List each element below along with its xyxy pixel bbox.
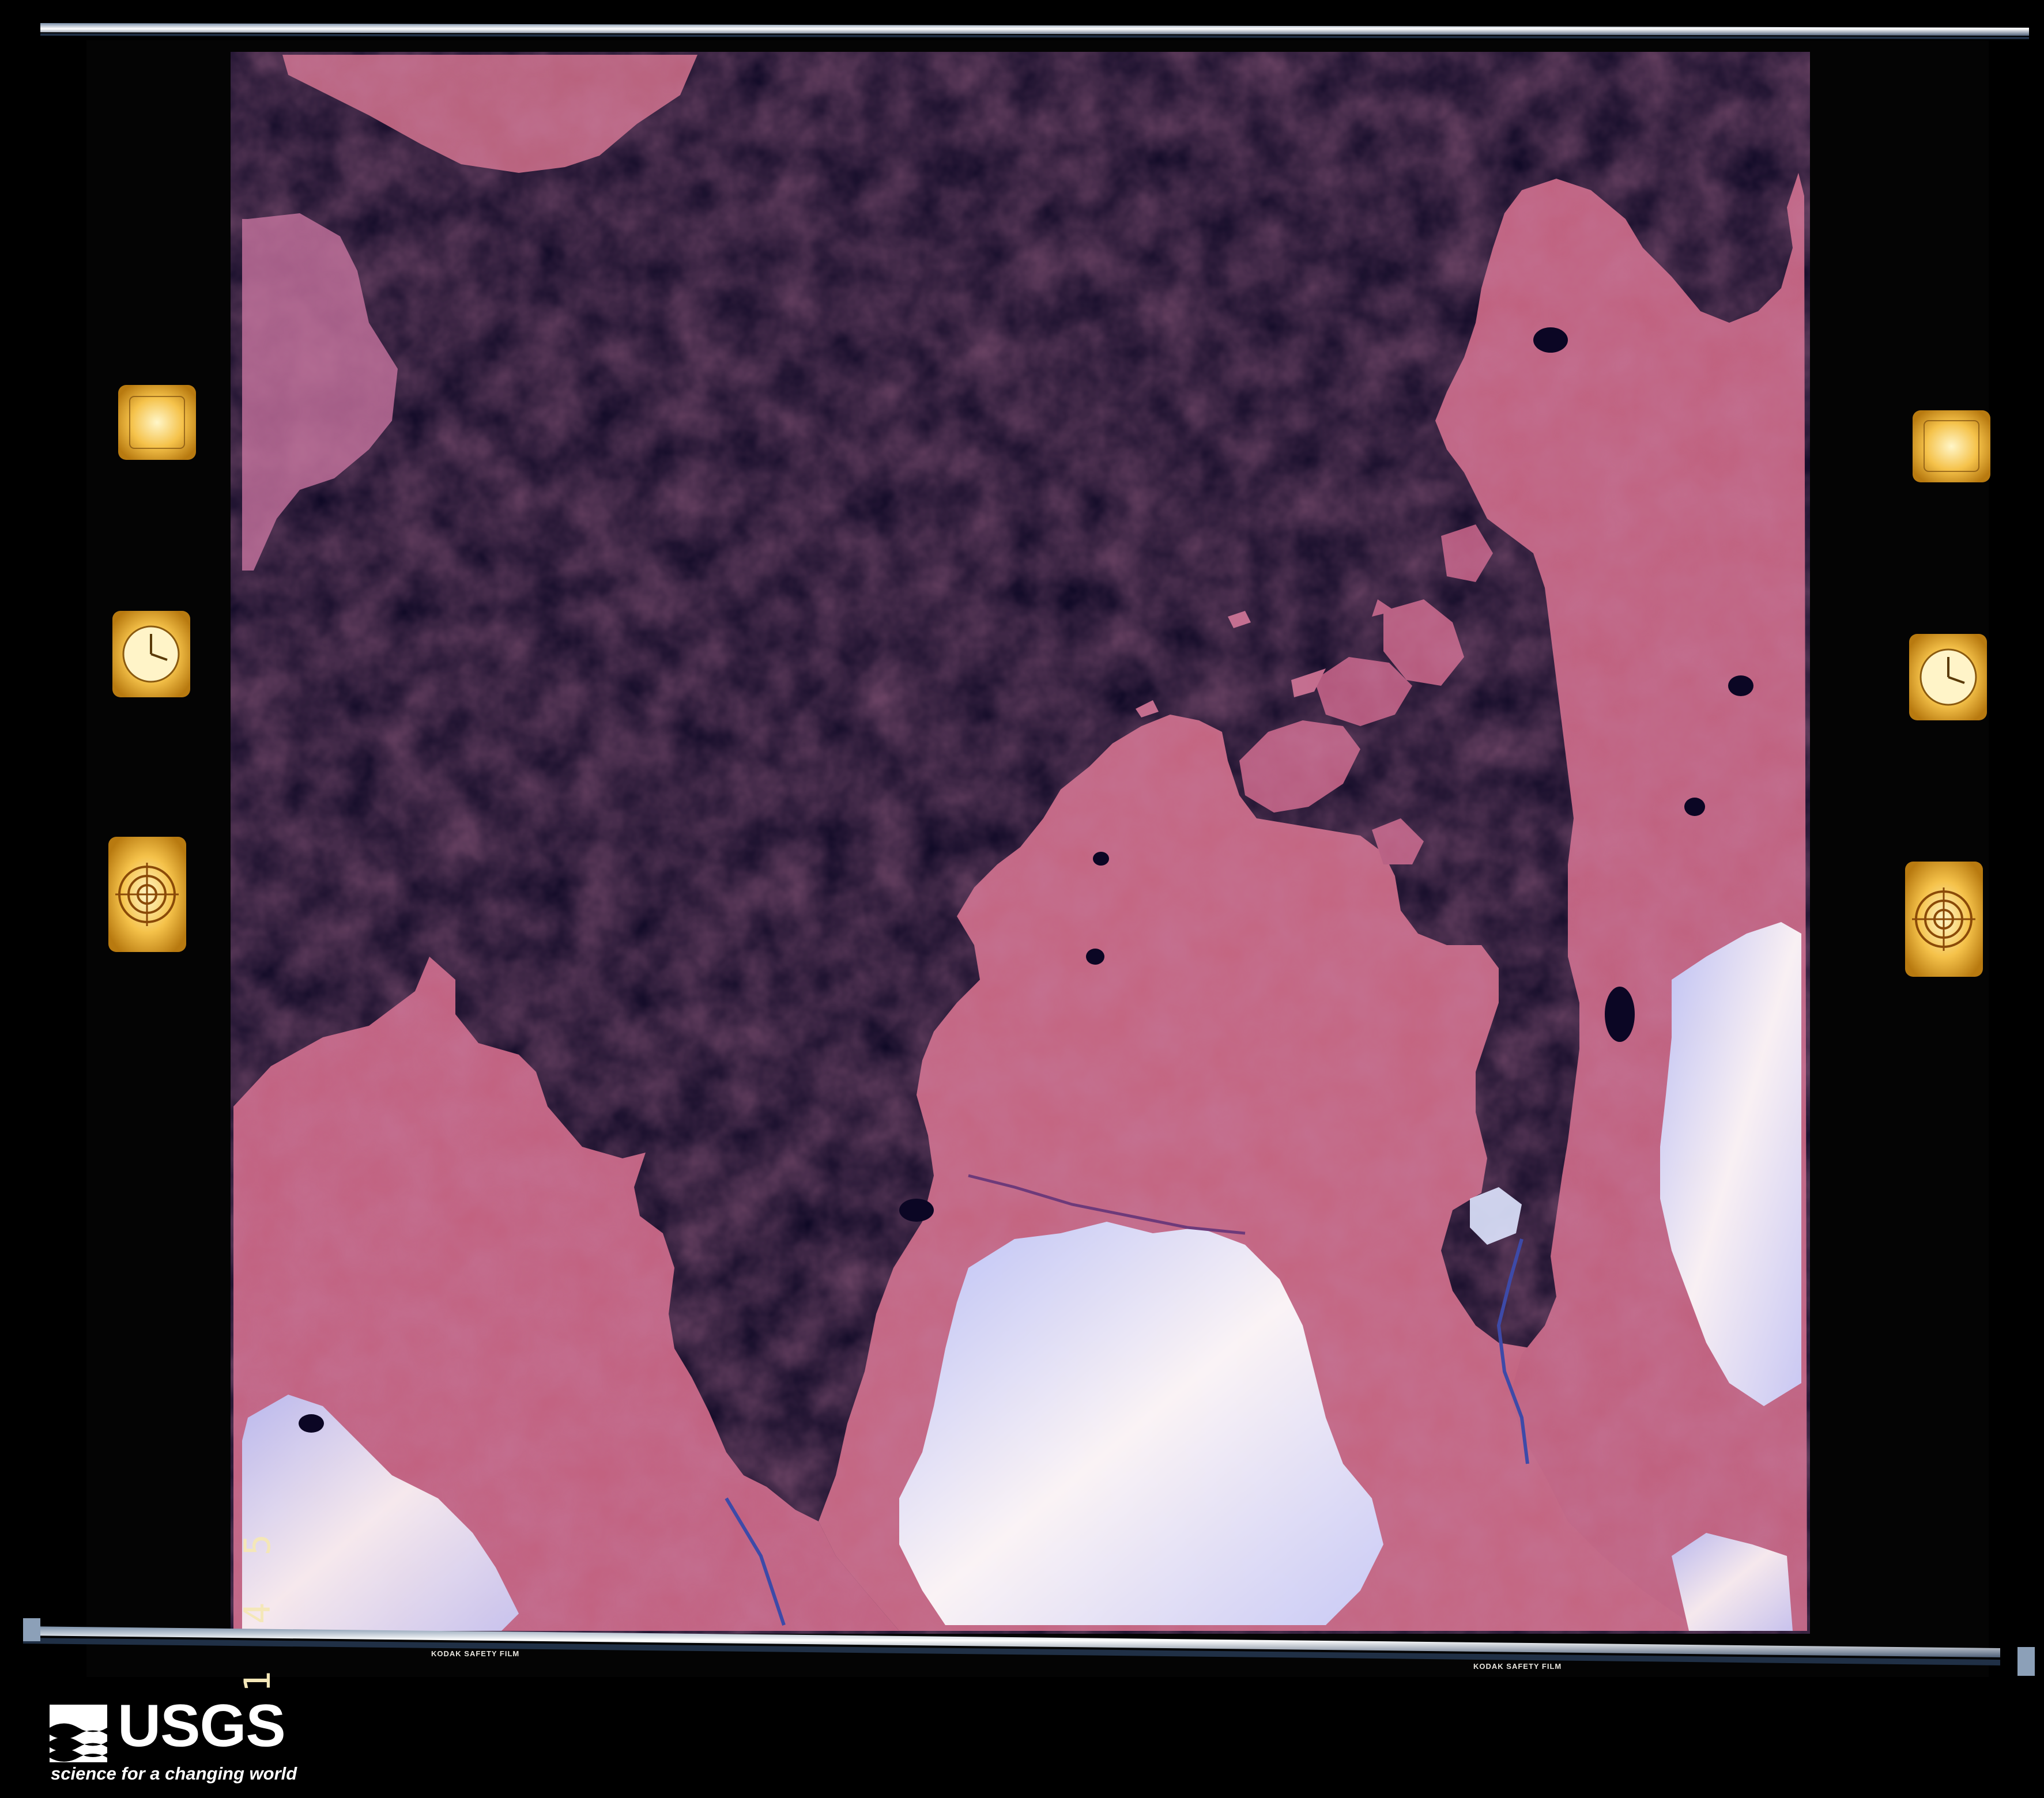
satellite-photo (0, 0, 2044, 1798)
clock-pad-left (112, 611, 190, 697)
lake-8 (1093, 852, 1109, 866)
film-rail-left-tab (23, 1618, 40, 1641)
film-rail-right-tab (2017, 1647, 2035, 1676)
film-edge-label: KODAK SAFETY FILM (1473, 1662, 1562, 1671)
lake-2 (1605, 987, 1635, 1042)
frame-number: 1 4 5 (236, 1521, 278, 1693)
film-edge-label: KODAK SAFETY FILM (431, 1649, 520, 1658)
sprocket-pad-left-1 (118, 385, 196, 460)
target-pad-right (1905, 862, 1983, 977)
lake-7 (299, 1414, 324, 1433)
photo-frame: KODAK SAFETY FILM KODAK SAFETY FILM 1 4 … (0, 0, 2044, 1798)
lake-1 (1533, 327, 1568, 353)
usgs-wordmark: USGS (118, 1693, 286, 1759)
target-pad-left (108, 837, 186, 952)
usgs-logo: USGS science for a changing world (50, 1693, 297, 1791)
lake-4 (1684, 798, 1705, 816)
sprocket-pad-right-1 (1913, 410, 1990, 482)
clock-pad-right (1909, 634, 1987, 720)
usgs-tagline: science for a changing world (51, 1763, 297, 1784)
lake-6 (1086, 949, 1104, 965)
lake-5 (899, 1199, 934, 1222)
lake-3 (1728, 675, 1753, 696)
